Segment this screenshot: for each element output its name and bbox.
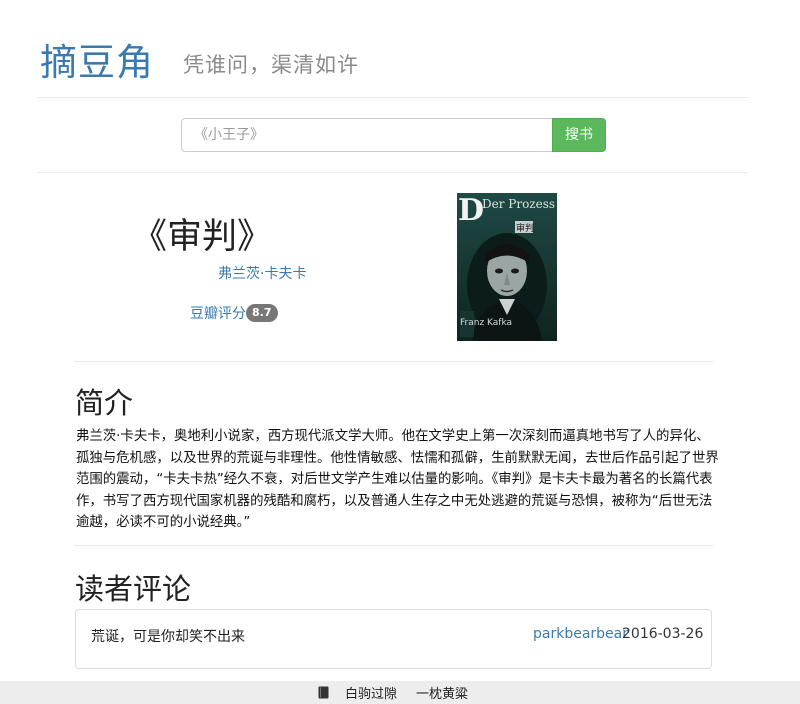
search-button[interactable]: 搜书 [552, 118, 606, 152]
comments-heading: 读者评论 [75, 572, 192, 606]
intro-heading: 简介 [75, 386, 134, 420]
cover-author-text: Franz Kafka [460, 318, 512, 328]
comment-date: 2016-03-26 [622, 626, 704, 642]
book-cover-image: D Der Prozess 审判 Franz Kafka [457, 193, 557, 341]
svg-text:D: D [458, 193, 484, 228]
site-tagline: 凭谁问，渠清如许 [183, 53, 359, 77]
book-divider [75, 361, 713, 362]
rating-badge: 8.7 [246, 304, 278, 322]
footer-link-baijuguoxi[interactable]: 白驹过隙 [345, 683, 397, 702]
book-icon [318, 684, 329, 699]
comment-user-link[interactable]: parkbearbear [533, 626, 628, 642]
header-divider [38, 97, 748, 98]
douban-rating-link[interactable]: 豆瓣评分 [190, 303, 246, 323]
intro-text: 弗兰茨·卡夫卡，奥地利小说家，西方现代派文学大师。他在文学史上第一次深刻而逼真地… [76, 429, 719, 530]
footer-link-yizhenhuangliang[interactable]: 一枕黄粱 [416, 683, 468, 702]
book-cover-portrait-icon: D Der Prozess 审判 Franz Kafka [457, 193, 557, 341]
search-divider [38, 172, 748, 173]
site-title[interactable]: 摘豆角 [40, 32, 154, 86]
footer-bar [0, 681, 800, 704]
search-input[interactable] [181, 118, 554, 152]
intro-divider [75, 545, 713, 546]
book-title: 《审判》 [132, 217, 273, 257]
cover-title-cn: 审判 [516, 222, 534, 234]
book-author-link[interactable]: 弗兰茨·卡夫卡 [218, 263, 306, 283]
comment-text: 荒诞，可是你却笑不出来 [91, 629, 245, 645]
cover-title-de: Der Prozess [482, 197, 555, 211]
